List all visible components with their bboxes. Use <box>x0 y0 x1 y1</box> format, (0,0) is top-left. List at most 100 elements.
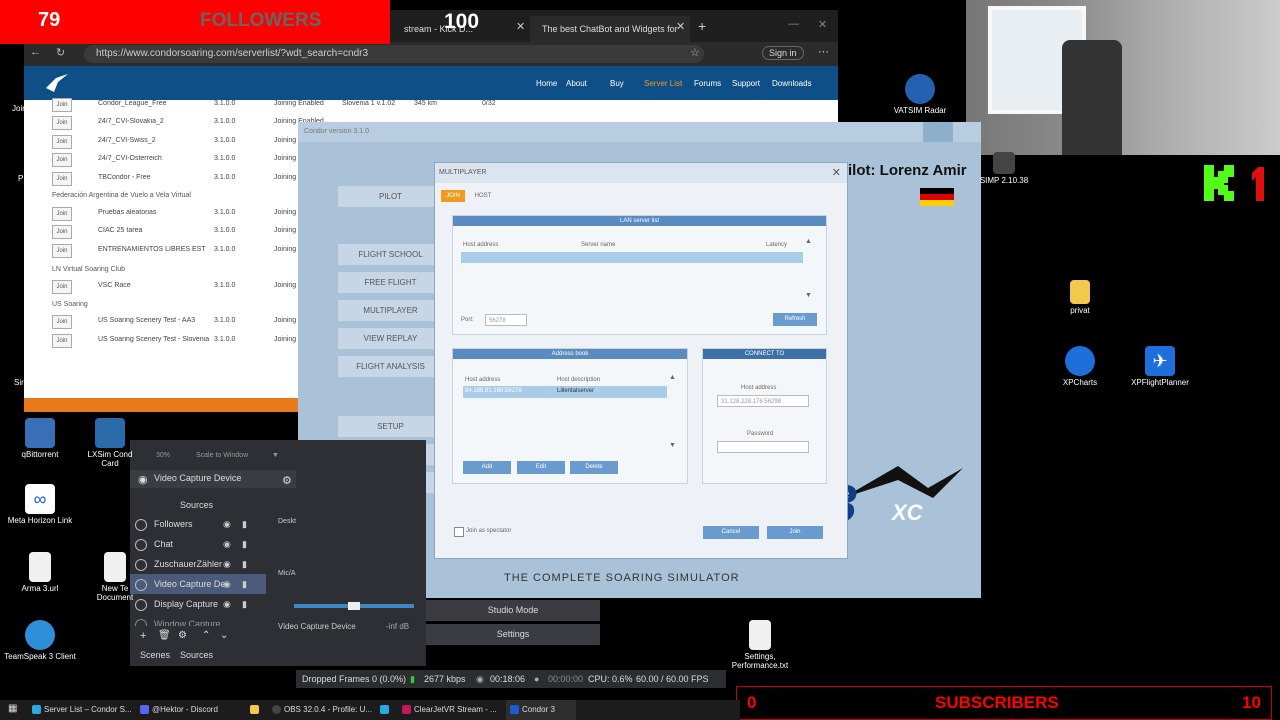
delete-button[interactable]: Delete <box>570 461 618 474</box>
lock-icon[interactable]: ▮ <box>242 574 247 594</box>
chevron-up-icon[interactable]: ⌃ <box>202 630 210 641</box>
lock-icon[interactable]: ▮ <box>242 594 247 614</box>
close-tab-icon[interactable]: ✕ <box>516 20 525 33</box>
scale-dropdown[interactable]: Scale to Window <box>196 452 248 459</box>
nav-server-list[interactable]: Server List <box>644 79 682 88</box>
settings-button[interactable]: Settings <box>426 624 600 645</box>
join-button[interactable]: Join <box>52 153 72 167</box>
taskbar-obs[interactable]: OBS 32.0.4 - Profile: U... <box>268 700 372 720</box>
desktop-icon-meta[interactable]: ∞ Meta Horizon Link <box>2 484 78 525</box>
source-window-capture[interactable]: Window Capture <box>130 614 266 626</box>
join-button[interactable]: Join <box>52 225 72 239</box>
new-tab-icon[interactable]: + <box>698 18 706 34</box>
volume-slider[interactable] <box>348 602 360 610</box>
close-icon[interactable]: ✕ <box>832 166 841 179</box>
spectator-checkbox[interactable] <box>454 527 464 537</box>
window-close-button[interactable] <box>923 122 953 142</box>
address-book-row[interactable]: 84.188.81.160:56278 Lillentalserver <box>463 386 667 398</box>
nav-support[interactable]: Support <box>732 79 760 88</box>
refresh-button[interactable]: Refresh <box>773 313 817 326</box>
lock-icon[interactable]: ▮ <box>242 534 247 554</box>
nav-buy[interactable]: Buy <box>610 79 624 88</box>
source-chat[interactable]: Chat ◉ ▮ <box>130 534 266 554</box>
tab-host[interactable]: HOST <box>471 190 495 202</box>
nav-home[interactable]: Home <box>536 79 557 88</box>
selected-row[interactable] <box>461 252 803 263</box>
eye-icon[interactable]: ◉ <box>223 574 231 594</box>
tab-sources[interactable]: Sources <box>180 650 213 660</box>
add-icon[interactable]: + <box>140 630 146 642</box>
back-icon[interactable]: ← <box>30 46 41 58</box>
desktop-icon-xpcharts[interactable]: XPCharts <box>1042 346 1118 387</box>
scroll-down-icon[interactable]: ▼ <box>805 292 812 299</box>
menu-flight-school[interactable]: FLIGHT SCHOOL <box>338 244 443 265</box>
password-input[interactable] <box>717 441 809 453</box>
join-button[interactable]: Join <box>52 244 72 258</box>
desktop-icon-simp[interactable]: SIMP 2.10.38 <box>966 152 1042 185</box>
taskbar-clearjet[interactable]: ClearJetVR Stream - ... <box>398 700 502 720</box>
source-zuschauer[interactable]: ZuschauerZähler ◉ ▮ <box>130 554 266 574</box>
reload-icon[interactable]: ↻ <box>56 46 65 59</box>
eye-icon[interactable]: ◉ <box>223 514 231 534</box>
join-button[interactable]: Join <box>52 207 72 221</box>
address-bar[interactable]: https://www.condorsoaring.com/serverlist… <box>84 45 704 63</box>
taskbar-app[interactable] <box>376 700 396 720</box>
close-tab-icon[interactable]: ✕ <box>676 20 685 33</box>
nav-forums[interactable]: Forums <box>694 79 721 88</box>
nav-downloads[interactable]: Downloads <box>772 79 812 88</box>
join-button[interactable]: Join <box>52 315 72 329</box>
tab-chatbot[interactable]: The best ChatBot and Widgets for <box>530 16 690 42</box>
join-button[interactable]: Join <box>52 172 72 186</box>
taskbar-condor3[interactable]: Condor 3 <box>506 700 576 720</box>
eye-icon[interactable]: ◉ <box>223 534 231 554</box>
join-button[interactable]: Join <box>767 526 823 539</box>
menu-flight-analysis[interactable]: FLIGHT ANALYSIS <box>338 356 443 377</box>
join-button[interactable]: Join <box>52 98 72 112</box>
menu-setup[interactable]: SETUP <box>338 416 443 437</box>
source-display-capture[interactable]: Display Capture ◉ ▮ <box>130 594 266 614</box>
desktop-icon-privat[interactable]: privat <box>1042 280 1118 315</box>
nav-about[interactable]: About <box>566 79 587 88</box>
lock-icon[interactable]: ▮ <box>242 514 247 534</box>
gear-icon[interactable]: ⚙ <box>282 474 292 487</box>
desktop-icon-xpflightplanner[interactable]: ✈ XPFlightPlanner <box>1122 346 1198 387</box>
join-button[interactable]: Join <box>52 280 72 294</box>
taskbar-discord[interactable]: @Hektor - Discord <box>136 700 246 720</box>
grid-icon[interactable]: ▦ <box>8 703 17 714</box>
menu-free-flight[interactable]: FREE FLIGHT <box>338 272 443 293</box>
scroll-down-icon[interactable]: ▼ <box>669 442 676 449</box>
eye-icon[interactable]: ◉ <box>223 554 231 574</box>
gear-icon[interactable]: ⚙ <box>178 630 187 641</box>
taskbar-explorer[interactable] <box>246 700 266 720</box>
edit-button[interactable]: Edit <box>517 461 565 474</box>
tab-scenes[interactable]: Scenes <box>140 650 170 660</box>
lock-icon[interactable]: ▮ <box>242 554 247 574</box>
sign-in-button[interactable]: Sign in <box>762 46 804 60</box>
menu-pilot[interactable]: PILOT <box>338 186 443 207</box>
minimize-icon[interactable]: — <box>788 18 799 30</box>
studio-mode-button[interactable]: Studio Mode <box>426 600 600 621</box>
taskbar-condor-server-list[interactable]: Server List – Condor S... <box>28 700 132 720</box>
tab-join[interactable]: JOIN <box>441 190 465 202</box>
join-button[interactable]: Join <box>52 135 72 149</box>
source-video-capture[interactable]: Video Capture De ◉ ▮ <box>130 574 266 594</box>
desktop-icon-arma[interactable]: Arma 3.url <box>2 552 78 593</box>
scroll-up-icon[interactable]: ▲ <box>669 374 676 381</box>
port-input[interactable]: 56278 <box>485 314 527 326</box>
desktop-icon-lxsim[interactable]: LXSim Cond Card <box>82 418 138 468</box>
desktop-icon-new-text[interactable]: New Te Document <box>92 552 138 602</box>
desktop-icon-settings-txt[interactable]: Settings, Performance.txt <box>722 620 798 670</box>
menu-multiplayer[interactable]: MULTIPLAYER <box>338 300 443 321</box>
source-followers[interactable]: Followers ◉ ▮ <box>130 514 266 534</box>
eye-icon[interactable]: ◉ <box>223 594 231 614</box>
star-icon[interactable]: ☆ <box>690 46 700 59</box>
menu-view-replay[interactable]: VIEW REPLAY <box>338 328 443 349</box>
chevron-down-icon[interactable]: ⌄ <box>220 630 228 641</box>
scroll-up-icon[interactable]: ▲ <box>805 238 812 245</box>
join-button[interactable]: Join <box>52 116 72 130</box>
join-button[interactable]: Join <box>52 334 72 348</box>
cancel-button[interactable]: Cancel <box>703 526 759 539</box>
menu-icon[interactable]: ⋯ <box>818 45 829 58</box>
host-address-input[interactable]: 31.128.228.176:56298 <box>717 395 809 407</box>
close-window-icon[interactable]: ✕ <box>818 18 827 31</box>
